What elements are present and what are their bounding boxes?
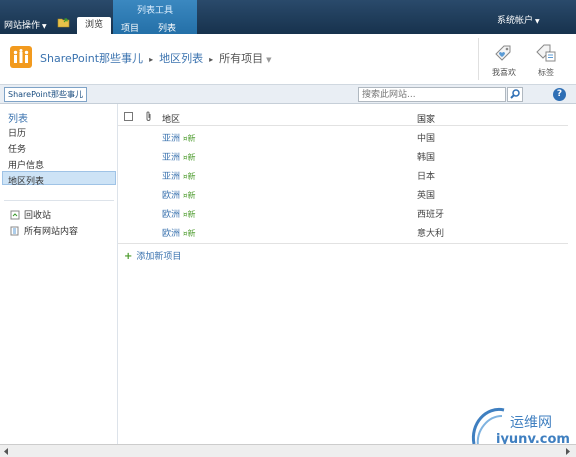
tab-items[interactable]: 项目 bbox=[121, 21, 139, 34]
country-cell: 韩国 bbox=[417, 153, 436, 163]
help-icon[interactable]: ? bbox=[553, 88, 566, 101]
region-cell[interactable]: 欧洲 ¤新 bbox=[162, 188, 195, 201]
site-logo-icon[interactable] bbox=[10, 46, 32, 68]
watermark-name: 运维网 bbox=[510, 415, 552, 431]
nav-item-all-site-content[interactable]: 所有网站内容 bbox=[10, 224, 78, 237]
nav-heading-lists[interactable]: 列表 bbox=[8, 110, 28, 125]
new-item-badge: ¤新 bbox=[183, 229, 195, 238]
list-tools-title: 列表工具 bbox=[136, 6, 173, 16]
scroll-right-icon[interactable] bbox=[563, 447, 572, 456]
attachment-icon bbox=[146, 111, 151, 121]
tags-label: 标签 bbox=[538, 68, 554, 77]
search-input[interactable] bbox=[358, 87, 506, 102]
tags-button[interactable]: 标签 bbox=[528, 38, 564, 78]
like-button[interactable]: 我喜欢 bbox=[484, 38, 524, 78]
quick-launch: 列表 日历 任务 用户信息 地区列表 回收站 所有网站内容 bbox=[0, 104, 118, 444]
add-new-item-label: 添加新项目 bbox=[136, 252, 182, 262]
table-row[interactable]: 亚洲 ¤新 中国 bbox=[118, 128, 568, 146]
breadcrumb-separator-icon: ▸ bbox=[149, 55, 154, 64]
new-badge-label: 新 bbox=[187, 153, 196, 162]
column-header-region[interactable]: 地区 bbox=[162, 112, 180, 125]
divider bbox=[478, 38, 479, 80]
table-row[interactable]: 欧洲 ¤新 英国 bbox=[118, 185, 568, 203]
region-link[interactable]: 欧洲 bbox=[162, 191, 180, 201]
new-item-badge: ¤新 bbox=[183, 210, 195, 219]
title-area: SharePoint那些事儿 ▸ 地区列表 ▸ 所有项目 ▼ 我喜欢 标签 bbox=[0, 34, 576, 86]
region-cell[interactable]: 欧洲 ¤新 bbox=[162, 207, 195, 220]
list-view: 地区 国家 亚洲 ¤新 中国 亚洲 ¤新 韩国 亚洲 ¤新 日本 欧洲 ¤新 英国 欧洲… bbox=[118, 104, 576, 444]
search-button[interactable] bbox=[507, 87, 523, 102]
new-badge-label: 新 bbox=[187, 210, 196, 219]
new-badge-label: 新 bbox=[187, 191, 196, 200]
new-badge-label: 新 bbox=[187, 172, 196, 181]
like-tag-icon bbox=[495, 45, 511, 61]
region-cell[interactable]: 亚洲 ¤新 bbox=[162, 150, 195, 163]
region-link[interactable]: 亚洲 bbox=[162, 134, 180, 144]
tab-browse[interactable]: 浏览 bbox=[77, 17, 111, 34]
recycle-bin-label: 回收站 bbox=[24, 211, 52, 221]
tags-notes-icon bbox=[536, 44, 556, 62]
top-nav-home-tab[interactable]: SharePoint那些事儿 bbox=[4, 87, 87, 102]
table-row[interactable]: 欧洲 ¤新 西班牙 bbox=[118, 204, 568, 222]
new-item-badge: ¤新 bbox=[183, 134, 195, 143]
account-label: 系统帐户 bbox=[497, 16, 534, 26]
region-cell[interactable]: 亚洲 ¤新 bbox=[162, 131, 195, 144]
region-link[interactable]: 欧洲 bbox=[162, 229, 180, 239]
top-nav-bar: SharePoint那些事儿 ? bbox=[0, 84, 576, 104]
horizontal-scrollbar[interactable] bbox=[0, 444, 576, 457]
select-all-checkbox[interactable] bbox=[124, 112, 133, 121]
region-cell[interactable]: 亚洲 ¤新 bbox=[162, 169, 195, 182]
table-row[interactable]: 欧洲 ¤新 意大利 bbox=[118, 223, 568, 241]
country-cell: 中国 bbox=[417, 134, 436, 144]
new-item-badge: ¤新 bbox=[183, 172, 195, 181]
nav-item-tasks[interactable]: 任务 bbox=[8, 142, 26, 155]
region-link[interactable]: 欧洲 bbox=[162, 210, 180, 220]
chevron-down-icon: ▼ bbox=[266, 56, 272, 64]
divider bbox=[4, 200, 114, 201]
table-row[interactable]: 亚洲 ¤新 韩国 bbox=[118, 147, 568, 165]
plus-icon: + bbox=[124, 251, 133, 262]
search-icon bbox=[510, 89, 520, 99]
view-name: 所有项目 bbox=[219, 52, 264, 65]
country-cell: 意大利 bbox=[417, 229, 445, 239]
site-actions-menu[interactable]: 网站操作 ▼ bbox=[4, 18, 47, 31]
breadcrumb-list-link[interactable]: 地区列表 bbox=[159, 52, 203, 65]
country-cell: 日本 bbox=[417, 172, 436, 182]
like-label: 我喜欢 bbox=[492, 68, 516, 77]
region-link[interactable]: 亚洲 bbox=[162, 153, 180, 163]
nav-item-calendar[interactable]: 日历 bbox=[8, 126, 26, 139]
recycle-bin-icon bbox=[10, 210, 20, 220]
tab-list[interactable]: 列表 bbox=[158, 21, 176, 34]
region-link[interactable]: 亚洲 bbox=[162, 172, 180, 182]
chevron-down-icon: ▼ bbox=[42, 23, 47, 30]
country-cell: 西班牙 bbox=[417, 210, 445, 220]
nav-item-region-list[interactable]: 地区列表 bbox=[8, 174, 44, 187]
site-content-icon bbox=[10, 226, 19, 236]
column-header-country[interactable]: 国家 bbox=[417, 112, 435, 125]
chevron-down-icon: ▼ bbox=[535, 18, 540, 25]
breadcrumb: SharePoint那些事儿 ▸ 地区列表 ▸ 所有项目 ▼ bbox=[40, 50, 271, 66]
view-selector[interactable]: 所有项目 ▼ bbox=[219, 52, 271, 65]
breadcrumb-site-link[interactable]: SharePoint那些事儿 bbox=[40, 52, 143, 65]
new-item-badge: ¤新 bbox=[183, 153, 195, 162]
navigate-up-folder-icon[interactable] bbox=[57, 16, 70, 28]
list-header-row: 地区 国家 bbox=[118, 108, 568, 126]
ribbon-bar: 网站操作 ▼ 浏览 列表工具 项目 列表 系统帐户 ▼ bbox=[0, 0, 576, 34]
new-badge-label: 新 bbox=[187, 134, 196, 143]
nav-item-recycle-bin[interactable]: 回收站 bbox=[10, 208, 51, 221]
table-row[interactable]: 亚洲 ¤新 日本 bbox=[118, 166, 568, 184]
nav-item-user-info[interactable]: 用户信息 bbox=[8, 158, 44, 171]
site-actions-label: 网站操作 bbox=[4, 21, 41, 31]
breadcrumb-separator-icon: ▸ bbox=[209, 55, 214, 64]
new-item-badge: ¤新 bbox=[183, 191, 195, 200]
account-menu[interactable]: 系统帐户 ▼ bbox=[497, 13, 540, 26]
add-new-item-link[interactable]: + 添加新项目 bbox=[124, 249, 181, 262]
scroll-left-icon[interactable] bbox=[2, 447, 11, 456]
divider bbox=[118, 243, 568, 244]
new-badge-label: 新 bbox=[187, 229, 196, 238]
all-site-content-label: 所有网站内容 bbox=[24, 227, 79, 237]
list-tools-group: 列表工具 项目 列表 bbox=[113, 0, 197, 34]
region-cell[interactable]: 欧洲 ¤新 bbox=[162, 226, 195, 239]
country-cell: 英国 bbox=[417, 191, 436, 201]
